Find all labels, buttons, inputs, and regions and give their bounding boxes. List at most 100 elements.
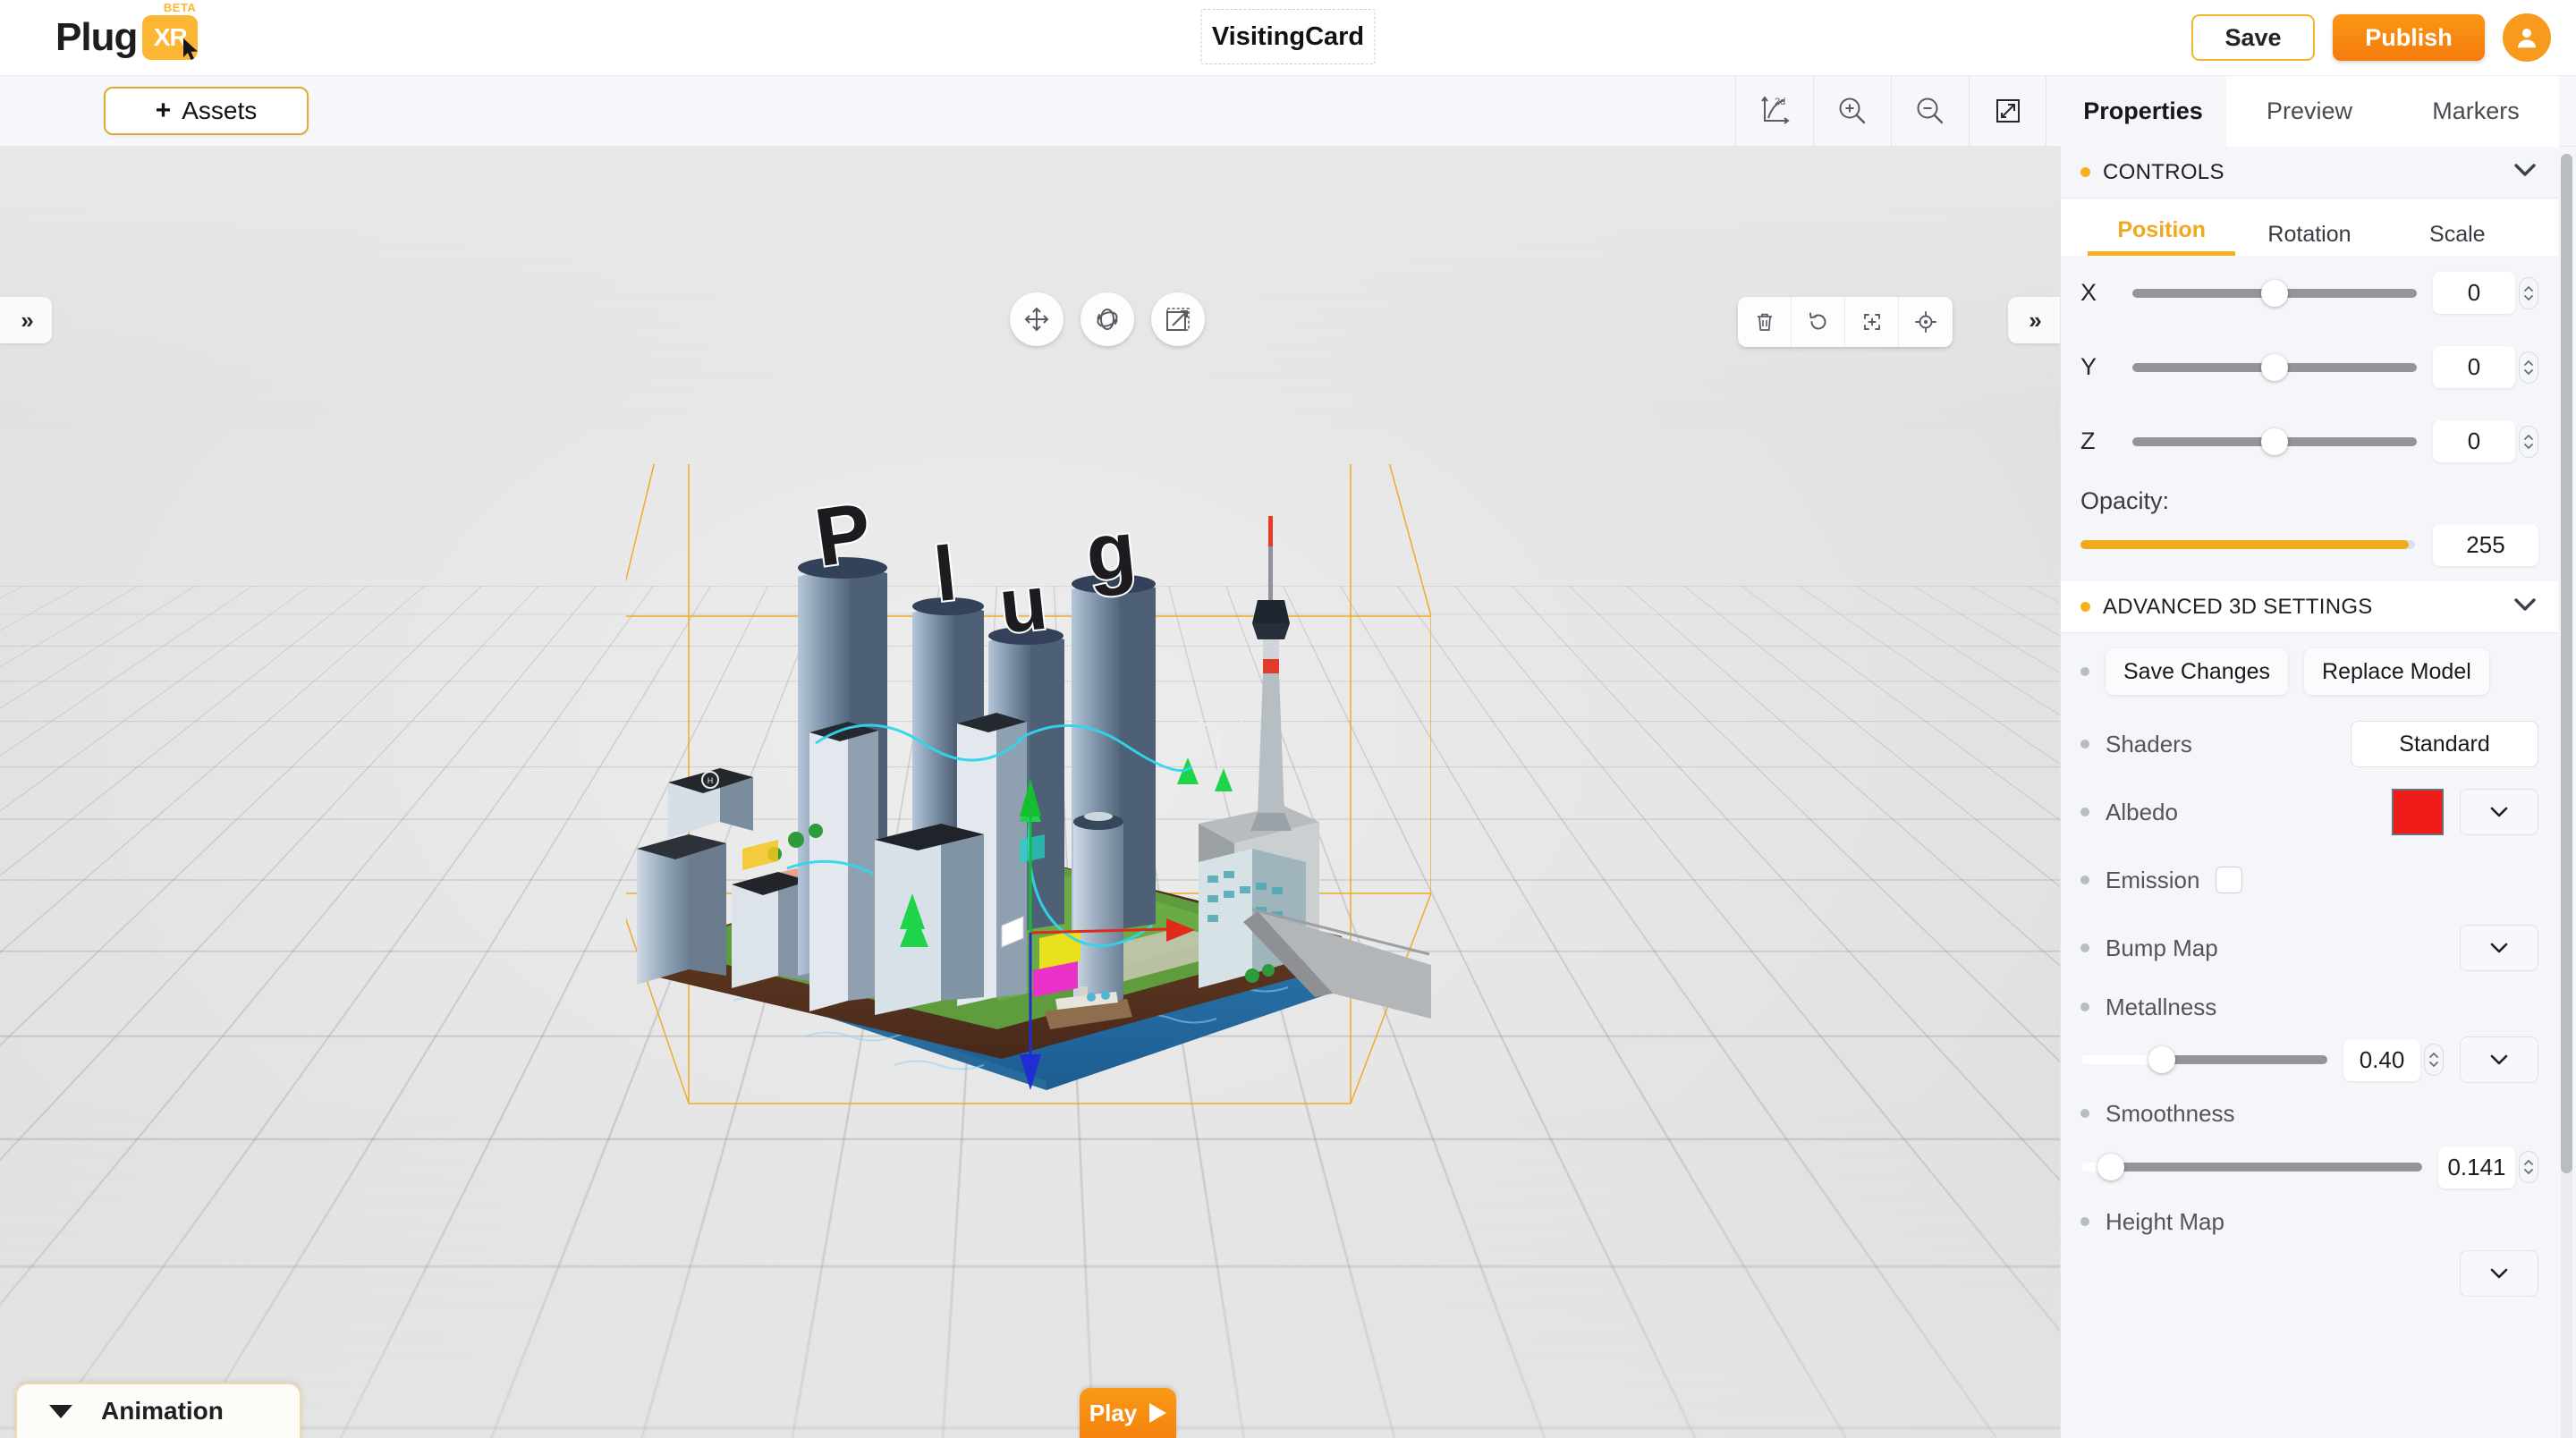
axis-slider-z[interactable] — [2132, 437, 2417, 446]
scale-tool-button[interactable] — [1151, 292, 1205, 346]
metallness-stepper[interactable] — [2424, 1044, 2444, 1076]
2d-toggle-button[interactable]: 2d — [1735, 76, 1813, 147]
albedo-row: Albedo — [2061, 778, 2558, 846]
chevron-down-icon — [2489, 1267, 2509, 1280]
model-object[interactable]: H P l u g — [626, 464, 1431, 1180]
axis-stepper-y[interactable] — [2519, 351, 2538, 384]
svg-text:2d: 2d — [1775, 97, 1785, 107]
axis-stepper-z[interactable] — [2519, 426, 2538, 458]
save-button[interactable]: Save — [2191, 14, 2315, 61]
zoom-out-icon — [1913, 94, 1947, 128]
albedo-color-swatch[interactable] — [2392, 789, 2444, 835]
metallness-slider[interactable] — [2080, 1055, 2327, 1064]
svg-text:P: P — [809, 486, 877, 585]
fit-to-view-button[interactable] — [1845, 297, 1899, 347]
move-tool-button[interactable] — [1010, 292, 1063, 346]
panel-scrollbar-thumb[interactable] — [2561, 154, 2572, 1173]
publish-button[interactable]: Publish — [2333, 14, 2485, 61]
albedo-label: Albedo — [2106, 799, 2178, 826]
gizmo-tool-group — [1010, 292, 1205, 346]
collapse-left-button[interactable]: » — [0, 297, 52, 343]
metallic-map-dropdown[interactable] — [2460, 1036, 2538, 1083]
smoothness-slider[interactable] — [2080, 1163, 2422, 1172]
viewport-icon-group: 2d — [1735, 76, 2046, 147]
move-tool-icon — [1021, 304, 1052, 334]
metallness-value[interactable]: 0.40 — [2343, 1039, 2420, 1081]
project-title-box[interactable]: VisitingCard — [1201, 9, 1376, 64]
row-bullet-icon — [2080, 1002, 2089, 1011]
bump-map-dropdown[interactable] — [2460, 925, 2538, 971]
properties-panel: CONTROLS Position Rotation Scale X 0 Y 0… — [2060, 147, 2576, 1438]
plus-icon: + — [156, 97, 172, 124]
save-changes-button[interactable]: Save Changes — [2106, 648, 2288, 695]
delete-icon — [1752, 309, 1777, 334]
play-button[interactable]: Play — [1080, 1388, 1176, 1438]
opacity-row: 255 — [2061, 517, 2558, 572]
emission-label: Emission — [2106, 867, 2199, 894]
zoom-out-button[interactable] — [1891, 76, 1969, 147]
main-area: » » H P l u g Animation Play CONTROLS Po… — [0, 147, 2576, 1438]
axis-slider-x[interactable] — [2132, 289, 2417, 298]
page-title: VisitingCard — [1212, 22, 1364, 52]
zoom-in-button[interactable] — [1813, 76, 1891, 147]
chevron-down-icon — [2489, 1053, 2509, 1066]
tab-position[interactable]: Position — [2088, 217, 2235, 256]
3d-viewport[interactable]: » » H P l u g Animation Play — [0, 147, 2060, 1438]
chevron-down-icon — [49, 1405, 72, 1418]
replace-model-button[interactable]: Replace Model — [2304, 648, 2489, 695]
section-bullet-icon — [2080, 167, 2090, 177]
shaders-row: Shaders Standard — [2061, 710, 2558, 778]
fit-to-view-icon — [1860, 309, 1885, 334]
avatar[interactable] — [2503, 13, 2551, 62]
add-assets-button[interactable]: + Assets — [104, 87, 309, 135]
controls-section-title: CONTROLS — [2103, 160, 2501, 185]
opacity-value[interactable]: 255 — [2433, 524, 2538, 566]
cursor-icon — [182, 38, 201, 65]
animation-panel-toggle[interactable]: Animation — [15, 1383, 301, 1438]
emission-checkbox[interactable] — [2216, 867, 2242, 893]
axis-row-x: X 0 — [2061, 256, 2558, 330]
bump-map-row: Bump Map — [2061, 914, 2558, 982]
row-bullet-icon — [2080, 875, 2089, 884]
rotate-tool-icon — [1092, 304, 1123, 334]
axis-value-z[interactable]: 0 — [2433, 420, 2515, 462]
tab-scale[interactable]: Scale — [2384, 222, 2531, 256]
beta-label: BETA — [164, 1, 196, 14]
tab-properties[interactable]: Properties — [2060, 76, 2226, 147]
controls-section-header[interactable]: CONTROLS — [2061, 147, 2558, 199]
opacity-slider[interactable] — [2080, 540, 2415, 549]
shaders-select[interactable]: Standard — [2351, 721, 2538, 767]
brand-logo[interactable]: Plug XR BETA — [55, 15, 198, 60]
collapse-right-button[interactable]: » — [2008, 297, 2060, 343]
height-map-dropdown[interactable] — [2460, 1250, 2538, 1297]
delete-button[interactable] — [1738, 297, 1792, 347]
smoothness-control-row: 0.141 — [2061, 1139, 2558, 1195]
axis-slider-y[interactable] — [2132, 363, 2417, 372]
axis-value-y[interactable]: 0 — [2433, 346, 2515, 388]
fullscreen-button[interactable] — [1969, 76, 2046, 147]
rotate-tool-button[interactable] — [1080, 292, 1134, 346]
add-assets-label: Assets — [182, 97, 257, 125]
panel-scrollbar[interactable] — [2561, 154, 2572, 1438]
focus-target-button[interactable] — [1899, 297, 1953, 347]
axis-row-y: Y 0 — [2061, 330, 2558, 404]
tab-rotation[interactable]: Rotation — [2235, 222, 2383, 256]
smoothness-stepper[interactable] — [2519, 1151, 2538, 1183]
albedo-texture-dropdown[interactable] — [2460, 789, 2538, 835]
tab-preview[interactable]: Preview — [2226, 76, 2393, 147]
smoothness-value[interactable]: 0.141 — [2438, 1146, 2515, 1188]
metallness-control-row: 0.40 — [2061, 1032, 2558, 1087]
tab-markers[interactable]: Markers — [2393, 76, 2559, 147]
smoothness-row: Smoothness — [2061, 1087, 2558, 1139]
top-bar: Plug XR BETA VisitingCard Save Publish — [0, 0, 2576, 76]
axis-value-x[interactable]: 0 — [2433, 272, 2515, 314]
row-bullet-icon — [2080, 740, 2089, 749]
axis-stepper-x[interactable] — [2519, 277, 2538, 309]
height-map-label: Height Map — [2106, 1208, 2224, 1236]
top-bar-actions: Save Publish — [2191, 13, 2551, 62]
advanced-section-header[interactable]: ADVANCED 3D SETTINGS — [2061, 581, 2558, 633]
row-bullet-icon — [2080, 1109, 2089, 1118]
reset-button[interactable] — [1792, 297, 1845, 347]
svg-text:g: g — [1081, 505, 1140, 599]
axis-row-z: Z 0 — [2061, 404, 2558, 478]
